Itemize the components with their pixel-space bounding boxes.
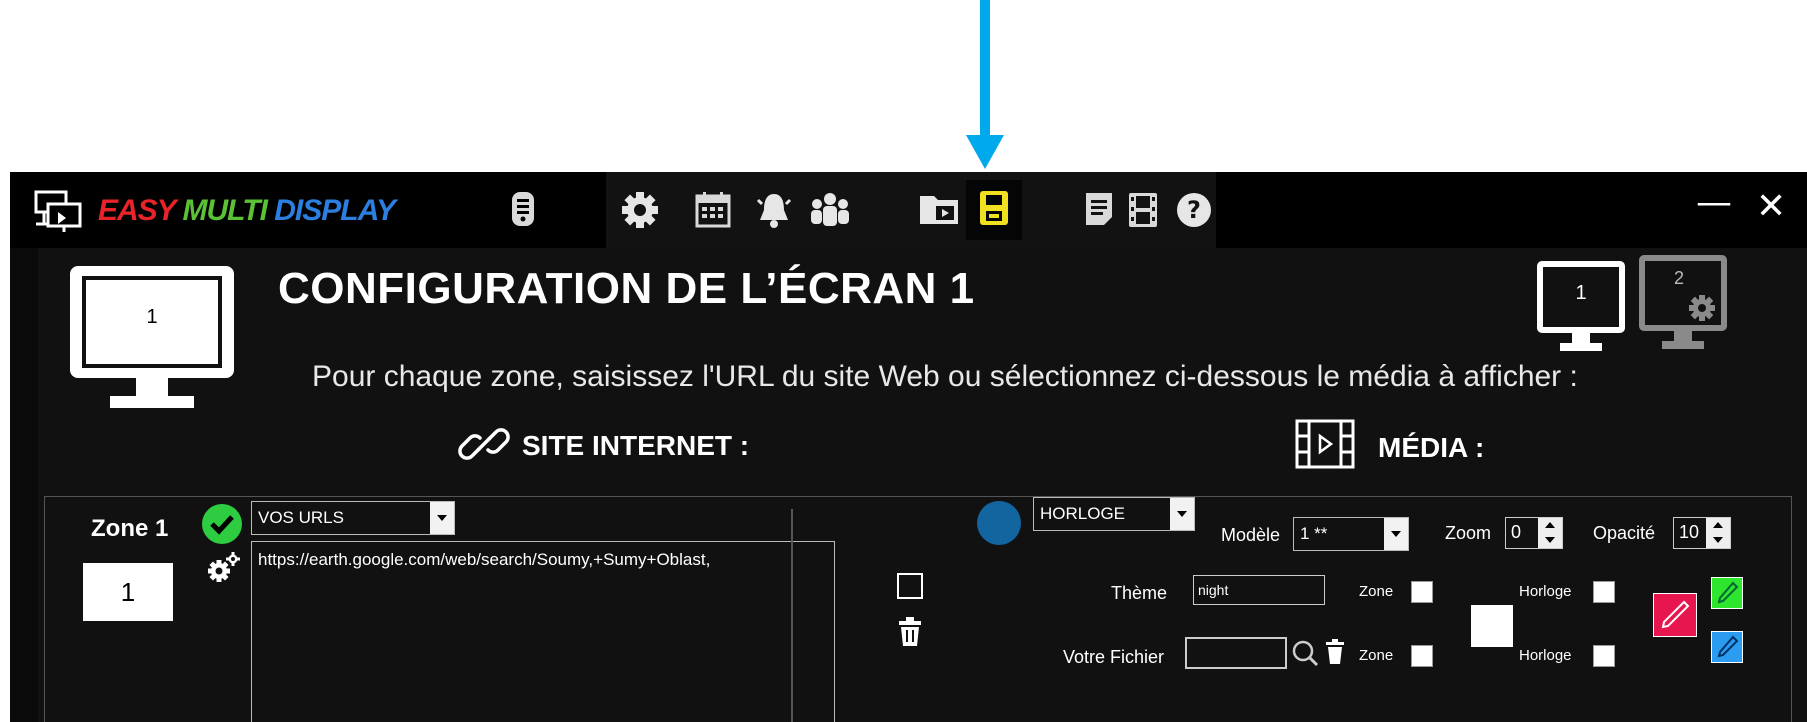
screen-1-label: 1	[1575, 282, 1587, 304]
modele-label: Modèle	[1221, 525, 1281, 545]
users-icon[interactable]	[808, 190, 852, 230]
zoom-value: 0	[1511, 522, 1522, 542]
chevron-down-icon[interactable]	[430, 502, 454, 534]
gears-icon[interactable]	[205, 551, 241, 587]
eyedropper-icon	[1717, 635, 1739, 658]
chevron-down-icon[interactable]	[1384, 518, 1408, 550]
zone-number-field[interactable]: 1	[83, 563, 173, 621]
content-area: 1 CONFIGURATION DE L’ÉCRAN 1 Pour chaque…	[38, 248, 1807, 722]
modele-value: 1 **	[1300, 524, 1328, 543]
divider	[791, 509, 793, 722]
horloge-label: Horloge	[1519, 583, 1572, 600]
indicator-arrow-shaft	[980, 0, 990, 140]
minimize-button[interactable]: —	[1696, 182, 1732, 223]
stepper-arrows[interactable]	[1706, 518, 1730, 548]
page-subtitle: Pour chaque zone, saisissez l'URL du sit…	[312, 360, 1578, 393]
search-icon[interactable]	[1291, 639, 1319, 667]
chevron-down-icon[interactable]	[1170, 498, 1194, 530]
trash-icon[interactable]	[1325, 639, 1345, 665]
film-icon[interactable]	[1126, 191, 1160, 229]
stepper-arrows[interactable]	[1538, 518, 1562, 548]
link-icon	[458, 428, 510, 460]
screen-1-button[interactable]	[1534, 258, 1628, 354]
zoom-label: Zoom	[1445, 523, 1492, 543]
eyedropper-icon	[1661, 600, 1690, 629]
close-button[interactable]: ✕	[1756, 186, 1786, 227]
theme-zone-checkbox[interactable]	[1411, 581, 1433, 603]
theme-horloge-checkbox[interactable]	[1593, 581, 1615, 603]
url-source-select[interactable]: VOS URLS	[251, 501, 455, 535]
indicator-arrow-head	[966, 135, 1004, 169]
monitor-icon	[70, 266, 234, 408]
eyedropper-icon	[1717, 581, 1739, 604]
zone-label: Zone	[1359, 583, 1394, 600]
theme-label: Thème	[1111, 583, 1168, 603]
calendar-icon[interactable]	[694, 190, 732, 230]
preview-swatch[interactable]	[1471, 605, 1513, 647]
check-status-icon	[202, 504, 242, 544]
fichier-zone-checkbox[interactable]	[1411, 645, 1433, 667]
opacite-value: 10	[1679, 522, 1700, 542]
opacite-label: Opacité	[1593, 523, 1656, 543]
zone-panel: Zone 1 1 VOS URLS https://earth.google.c…	[44, 496, 1792, 722]
help-icon[interactable]: ?	[1174, 190, 1214, 230]
brand-title: EASY MULTI DISPLAY	[98, 194, 396, 228]
modele-select[interactable]: 1 **	[1293, 517, 1409, 551]
brand-part-display: DISPLAY	[274, 194, 396, 227]
remote-icon[interactable]	[508, 190, 538, 230]
app-window: EASY MULTI DISPLAY ? — ✕ 1 CONFIGURATION…	[10, 172, 1807, 722]
document-icon[interactable]	[1084, 191, 1114, 229]
color-picker-green[interactable]	[1711, 577, 1743, 609]
media-type-select[interactable]: HORLOGE	[1033, 497, 1195, 531]
media-film-icon	[1295, 419, 1355, 469]
theme-input[interactable]: night	[1193, 575, 1325, 605]
media-type-value: HORLOGE	[1040, 504, 1126, 523]
url-textarea[interactable]: https://earth.google.com/web/search/Soum…	[251, 541, 835, 722]
color-picker-blue[interactable]	[1711, 631, 1743, 663]
bell-icon[interactable]	[754, 190, 794, 230]
fichier-horloge-checkbox[interactable]	[1593, 645, 1615, 667]
title-bar: EASY MULTI DISPLAY ? — ✕	[10, 172, 1807, 248]
url-text: https://earth.google.com/web/search/Soum…	[258, 550, 711, 569]
fichier-input[interactable]	[1185, 637, 1287, 669]
fichier-label: Votre Fichier	[1063, 647, 1165, 667]
screen-2-label: 2	[1674, 268, 1685, 288]
url-source-value: VOS URLS	[258, 508, 344, 527]
multi-display-logo-icon	[34, 190, 82, 232]
zoom-stepper[interactable]: 0	[1505, 517, 1563, 549]
opacite-stepper[interactable]: 10	[1673, 517, 1731, 549]
zone-title: Zone 1	[91, 515, 169, 542]
folder-play-icon[interactable]	[918, 192, 962, 228]
url-checkbox[interactable]	[897, 573, 923, 599]
save-icon[interactable]	[978, 189, 1010, 229]
brand-part-multi: MULTI	[182, 194, 268, 227]
gear-icon[interactable]	[620, 190, 660, 230]
svg-text:?: ?	[1187, 196, 1201, 224]
page-title: CONFIGURATION DE L’ÉCRAN 1	[278, 264, 975, 313]
zone-label: Zone	[1359, 647, 1394, 664]
monitor-number: 1	[146, 306, 158, 328]
theme-value: night	[1198, 582, 1229, 598]
media-color-circle[interactable]	[977, 501, 1021, 545]
horloge-label: Horloge	[1519, 647, 1572, 664]
media-section-title: MÉDIA :	[1378, 432, 1485, 463]
trash-icon[interactable]	[897, 617, 923, 647]
color-picker-red[interactable]	[1653, 593, 1697, 637]
web-section-title: SITE INTERNET :	[522, 430, 750, 461]
brand-part-easy: EASY	[98, 194, 176, 227]
